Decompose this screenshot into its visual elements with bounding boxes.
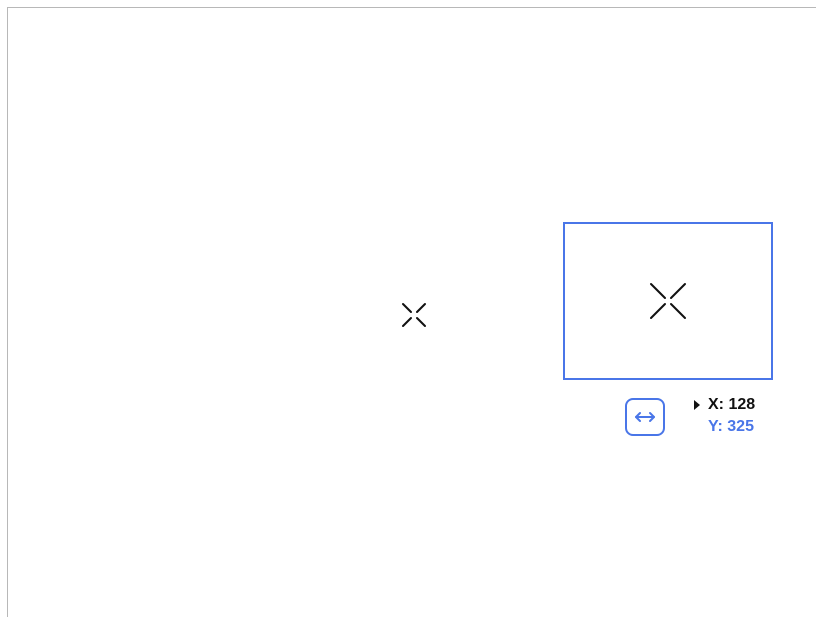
x-label: X: [708, 396, 724, 413]
y-value: 325 [727, 418, 754, 435]
crosshair-icon [650, 283, 686, 319]
x-coordinate-row: X: 128 [694, 394, 784, 416]
y-label: Y: [708, 418, 723, 435]
x-value: 128 [728, 396, 756, 413]
swap-horizontal-icon [635, 412, 655, 422]
y-coordinate-row: Y: 325 [694, 416, 784, 438]
coordinate-readout: X: 128 Y: 325 [694, 394, 784, 438]
crosshair-icon [402, 303, 426, 327]
triangle-right-icon [694, 400, 700, 410]
swap-axes-button[interactable] [625, 398, 665, 436]
zoom-preview [563, 222, 773, 380]
